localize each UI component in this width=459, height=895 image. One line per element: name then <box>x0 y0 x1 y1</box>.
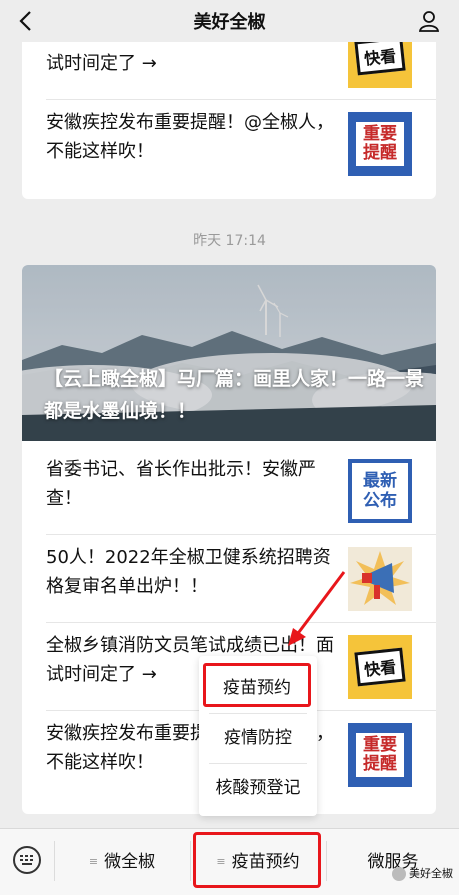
annotation-arrow-icon <box>288 571 346 646</box>
